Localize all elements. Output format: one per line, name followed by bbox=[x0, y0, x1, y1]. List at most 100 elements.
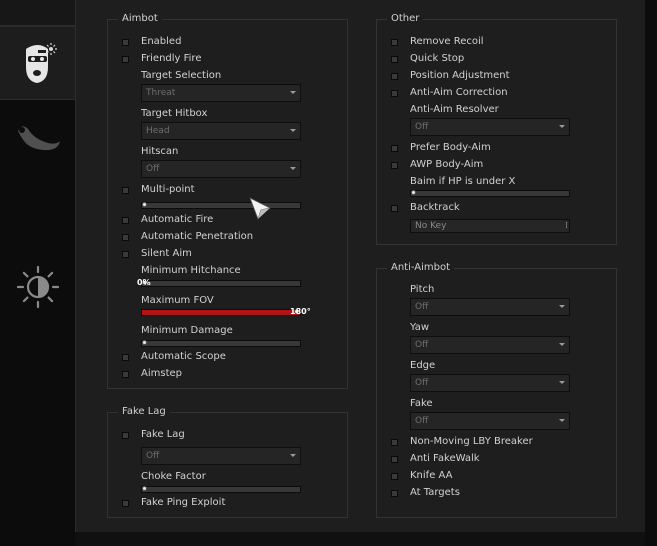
choke-factor-label: Choke Factor bbox=[141, 471, 206, 482]
silent-aim-checkbox[interactable] bbox=[122, 250, 129, 258]
automatic-penetration-checkbox[interactable] bbox=[122, 233, 129, 241]
edge-dropdown[interactable]: Off bbox=[410, 374, 570, 392]
resolver-label: Anti-Aim Resolver bbox=[410, 104, 499, 115]
mouse-cursor-icon bbox=[249, 197, 272, 221]
prefer-body-aim-label: Prefer Body-Aim bbox=[410, 142, 491, 153]
chevron-down-icon bbox=[290, 167, 296, 170]
max-fov-label: Maximum FOV bbox=[141, 295, 214, 306]
resolver-dropdown[interactable]: Off bbox=[410, 118, 570, 136]
hitscan-label: Hitscan bbox=[141, 146, 179, 157]
fake-dropdown[interactable]: Off bbox=[410, 412, 570, 430]
knife-aa-checkbox-row[interactable]: Knife AA bbox=[391, 469, 453, 483]
pitch-dropdown[interactable]: Off bbox=[410, 298, 570, 316]
slider-knob[interactable] bbox=[142, 340, 147, 345]
min-hitchance-slider[interactable]: 0% bbox=[137, 278, 301, 287]
backtrack-checkbox-row[interactable]: Backtrack bbox=[391, 201, 460, 215]
at-targets-checkbox-row[interactable]: At Targets bbox=[391, 486, 460, 500]
anti-aim-correction-label: Anti-Aim Correction bbox=[410, 87, 508, 98]
brightness-icon bbox=[16, 265, 59, 309]
tab-hidden-top[interactable] bbox=[0, 0, 75, 26]
anti-fakewalk-checkbox-row[interactable]: Anti FakeWalk bbox=[391, 452, 480, 466]
edge-label: Edge bbox=[410, 360, 436, 371]
chevron-down-icon bbox=[559, 419, 565, 422]
quick-stop-checkbox-row[interactable]: Quick Stop bbox=[391, 52, 464, 66]
quick-stop-label: Quick Stop bbox=[410, 53, 465, 64]
hitscan-value: Off bbox=[146, 164, 160, 174]
friendly-fire-checkbox[interactable] bbox=[122, 55, 129, 63]
remove-recoil-label: Remove Recoil bbox=[410, 36, 484, 47]
anti-fakewalk-checkbox[interactable] bbox=[391, 455, 398, 463]
multipoint-checkbox[interactable] bbox=[122, 186, 129, 194]
tab-legit[interactable] bbox=[0, 100, 75, 174]
chevron-down-icon bbox=[559, 125, 565, 128]
enabled-checkbox[interactable] bbox=[122, 38, 129, 46]
awp-body-aim-checkbox-row[interactable]: AWP Body-Aim bbox=[391, 158, 483, 172]
automatic-fire-label: Automatic Fire bbox=[141, 214, 214, 225]
automatic-scope-checkbox-row[interactable]: Automatic Scope bbox=[122, 350, 226, 364]
slider-knob[interactable] bbox=[142, 486, 147, 491]
enabled-checkbox-row[interactable]: Enabled bbox=[122, 35, 181, 49]
fake-label: Fake bbox=[410, 398, 433, 409]
pitch-label: Pitch bbox=[410, 284, 435, 295]
ski-mask-icon bbox=[25, 43, 57, 83]
knife-aa-checkbox[interactable] bbox=[391, 472, 398, 480]
at-targets-checkbox[interactable] bbox=[391, 489, 398, 497]
slider-knob[interactable] bbox=[411, 190, 416, 195]
target-selection-dropdown[interactable]: Threat bbox=[141, 84, 301, 102]
max-fov-value: 180° bbox=[290, 307, 311, 316]
lby-breaker-checkbox-row[interactable]: Non-Moving LBY Breaker bbox=[391, 435, 533, 449]
multipoint-checkbox-row[interactable]: Multi-point bbox=[122, 183, 195, 197]
anti-aim-correction-checkbox[interactable] bbox=[391, 89, 398, 97]
aimstep-checkbox[interactable] bbox=[122, 370, 129, 378]
choke-factor-slider[interactable] bbox=[141, 486, 301, 493]
hitscan-dropdown[interactable]: Off bbox=[141, 160, 301, 178]
keybind-edge-icon: ⁞ bbox=[565, 221, 568, 231]
min-damage-slider[interactable] bbox=[141, 340, 301, 347]
automatic-fire-checkbox-row[interactable]: Automatic Fire bbox=[122, 213, 213, 227]
silent-aim-checkbox-row[interactable]: Silent Aim bbox=[122, 247, 192, 261]
min-damage-label: Minimum Damage bbox=[141, 325, 233, 336]
fake-lag-checkbox-row[interactable]: Fake Lag bbox=[122, 428, 185, 442]
slider-knob[interactable] bbox=[142, 202, 147, 207]
fake-value: Off bbox=[415, 416, 429, 426]
fake-ping-checkbox-row[interactable]: Fake Ping Exploit bbox=[122, 496, 225, 510]
backtrack-checkbox[interactable] bbox=[391, 204, 398, 212]
automatic-scope-label: Automatic Scope bbox=[141, 351, 226, 362]
fake-lag-mode-dropdown[interactable]: Off bbox=[141, 447, 301, 465]
max-fov-slider[interactable]: 180° bbox=[141, 307, 311, 316]
fake-lag-label: Fake Lag bbox=[141, 429, 185, 440]
remove-recoil-checkbox-row[interactable]: Remove Recoil bbox=[391, 35, 484, 49]
target-selection-value: Threat bbox=[146, 88, 176, 98]
target-hitbox-dropdown[interactable]: Head bbox=[141, 122, 301, 140]
aimstep-checkbox-row[interactable]: Aimstep bbox=[122, 367, 182, 381]
position-adjustment-checkbox-row[interactable]: Position Adjustment bbox=[391, 69, 510, 83]
awp-body-aim-checkbox[interactable] bbox=[391, 161, 398, 169]
position-adjustment-checkbox[interactable] bbox=[391, 72, 398, 80]
antiaim-group-title: Anti-Aimbot bbox=[387, 262, 455, 274]
anti-aim-correction-checkbox-row[interactable]: Anti-Aim Correction bbox=[391, 86, 508, 100]
fake-ping-checkbox[interactable] bbox=[122, 499, 129, 507]
chevron-down-icon bbox=[290, 91, 296, 94]
automatic-scope-checkbox[interactable] bbox=[122, 353, 129, 361]
tab-sidebar bbox=[0, 0, 75, 546]
lby-breaker-checkbox[interactable] bbox=[391, 438, 398, 446]
friendly-fire-label: Friendly Fire bbox=[141, 53, 202, 64]
at-targets-label: At Targets bbox=[410, 487, 460, 498]
baim-hp-slider[interactable] bbox=[410, 190, 570, 197]
automatic-fire-checkbox[interactable] bbox=[122, 216, 129, 224]
yaw-dropdown[interactable]: Off bbox=[410, 336, 570, 354]
automatic-penetration-checkbox-row[interactable]: Automatic Penetration bbox=[122, 230, 253, 244]
fake-lag-checkbox[interactable] bbox=[122, 431, 129, 439]
baim-hp-label: Baim if HP is under X bbox=[410, 176, 516, 187]
backtrack-keybind[interactable]: No Key ⁞ bbox=[410, 219, 570, 233]
remove-recoil-checkbox[interactable] bbox=[391, 38, 398, 46]
target-selection-label: Target Selection bbox=[141, 70, 222, 81]
silent-aim-label: Silent Aim bbox=[141, 248, 192, 259]
prefer-body-aim-checkbox-row[interactable]: Prefer Body-Aim bbox=[391, 141, 491, 155]
multipoint-slider[interactable] bbox=[141, 202, 301, 209]
tab-visuals[interactable] bbox=[0, 250, 75, 324]
tab-rage[interactable] bbox=[0, 26, 75, 100]
prefer-body-aim-checkbox[interactable] bbox=[391, 144, 398, 152]
quick-stop-checkbox[interactable] bbox=[391, 55, 398, 63]
friendly-fire-checkbox-row[interactable]: Friendly Fire bbox=[122, 52, 201, 66]
